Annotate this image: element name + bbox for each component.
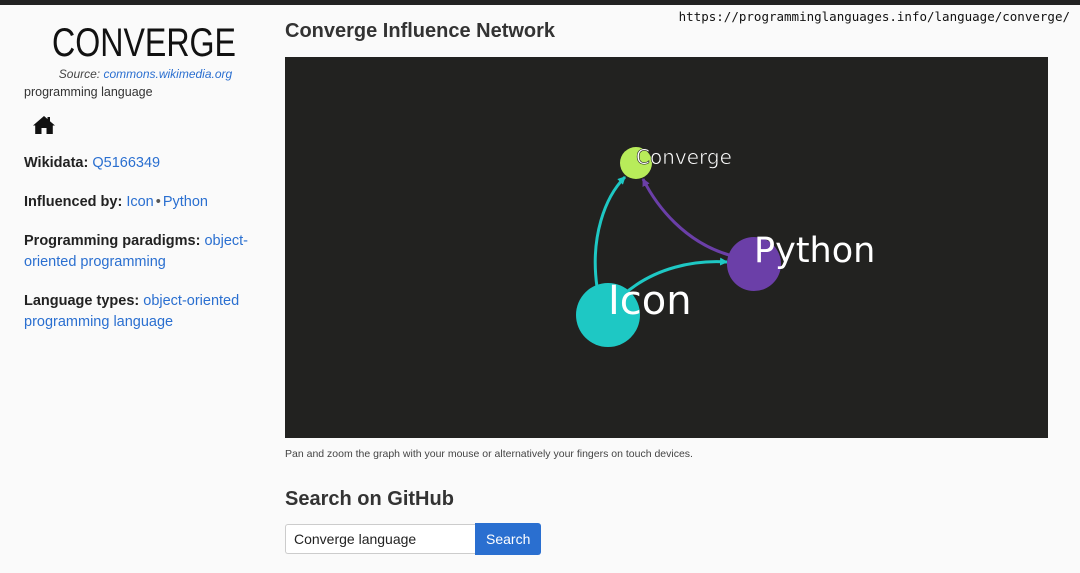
converge-logo[interactable]: CONVERGE (52, 18, 236, 62)
image-source: Source: commons.wikimedia.org (24, 67, 249, 81)
language-types-row: Language types: object-oriented programm… (24, 291, 249, 333)
home-icon[interactable] (32, 115, 56, 135)
influenced-by-link-python[interactable]: Python (163, 194, 208, 210)
source-link[interactable]: commons.wikimedia.org (103, 67, 232, 81)
main-content: Converge Influence Network Converge Pyth… (285, 20, 1048, 555)
github-section-title: Search on GitHub (285, 488, 454, 510)
influenced-by-row: Influenced by: Icon • Python (24, 192, 249, 213)
logo-text: CONVERGE (52, 21, 236, 62)
influence-network-graph[interactable]: Converge Python Icon (285, 57, 1048, 438)
edge-icon-converge (593, 175, 627, 288)
node-label-python: Python (754, 231, 875, 271)
language-kind: programming language (24, 85, 153, 99)
wikidata-row: Wikidata: Q5166349 (24, 153, 249, 174)
source-label: Source: (58, 67, 101, 81)
node-label-converge: Converge (636, 145, 732, 169)
github-search-button[interactable]: Search (475, 523, 542, 555)
language-types-label: Language types: (24, 293, 140, 309)
paradigms-label: Programming paradigms: (24, 233, 201, 249)
sidebar: CONVERGE Source: commons.wikimedia.org p… (24, 18, 249, 333)
top-bar (0, 0, 1080, 5)
github-search-input[interactable] (285, 524, 475, 554)
edge-python-converge (641, 178, 730, 257)
graph-hint: Pan and zoom the graph with your mouse o… (285, 448, 693, 460)
wikidata-link[interactable]: Q5166349 (92, 155, 160, 171)
influenced-by-link-icon[interactable]: Icon (126, 194, 153, 210)
wikidata-label: Wikidata: (24, 155, 89, 171)
github-search-form: Search (285, 523, 1048, 555)
bullet-separator: • (155, 194, 161, 210)
node-label-icon: Icon (608, 278, 692, 324)
paradigms-row: Programming paradigms: object-oriented p… (24, 231, 249, 273)
page-title: Converge Influence Network (285, 20, 556, 42)
influenced-by-label: Influenced by: (24, 194, 123, 210)
